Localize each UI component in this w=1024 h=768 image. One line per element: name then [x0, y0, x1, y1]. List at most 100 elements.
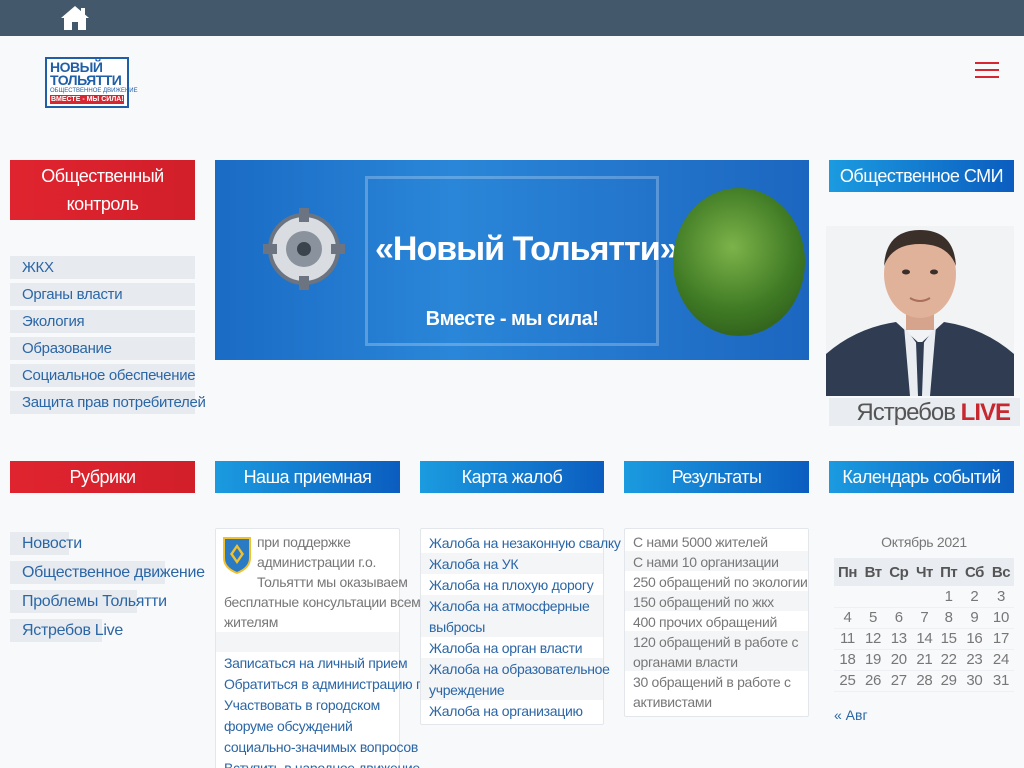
calendar-day: 31	[987, 670, 1014, 692]
results-title: Результаты	[624, 461, 809, 493]
result-authorities-2: органами власти	[633, 654, 738, 670]
menu-item-authorities[interactable]: Органы власти	[10, 283, 195, 306]
complaint-organization[interactable]: Жалоба на организацию	[429, 701, 583, 721]
menu-item-housing[interactable]: ЖКХ	[10, 256, 195, 279]
live-name: Ястребов	[856, 399, 956, 426]
reception-title: Наша приемная	[215, 461, 400, 493]
calendar-day: 21	[912, 649, 937, 671]
result-activists-1: 30 обращений в работе с	[633, 674, 791, 690]
banner-slogan: Вместе - мы сила!	[425, 308, 599, 330]
calendar-day: 28	[912, 670, 937, 692]
calendar-day: 15	[936, 628, 961, 650]
rubric-tolyatti-problems[interactable]: Проблемы Тольятти	[10, 590, 167, 613]
hamburger-menu-icon[interactable]	[975, 62, 999, 82]
logo-line-2: ТОЛЬЯТТИ	[50, 72, 122, 88]
menu-item-social-security[interactable]: Социальное обеспечение	[10, 364, 196, 387]
calendar-day: 20	[885, 649, 913, 671]
result-housing: 150 обращений по жкх	[633, 594, 774, 610]
complaint-education-2[interactable]: учреждение	[429, 680, 505, 700]
weekday-thu: Чт	[912, 558, 937, 586]
calendar-day: 26	[860, 670, 886, 692]
calendar-day: 29	[936, 670, 961, 692]
hero-banner: «Новый Тольятти» Вместе - мы сила!	[215, 160, 809, 360]
logo-line-3: ОБЩЕСТВЕННОЕ ДВИЖЕНИЕ	[50, 88, 138, 94]
calendar-day: 24	[987, 649, 1014, 671]
calendar-day: 5	[860, 607, 886, 629]
menu-item-education[interactable]: Образование	[10, 337, 195, 360]
complaint-emissions-2[interactable]: выбросы	[429, 617, 485, 637]
site-header: НОВЫЙ ТОЛЬЯТТИ ОБЩЕСТВЕННОЕ ДВИЖЕНИЕ ВМЕ…	[0, 36, 1024, 126]
live-label[interactable]: Ястребов LIVE	[829, 398, 1020, 426]
weekday-tue: Вт	[860, 558, 886, 586]
home-icon[interactable]	[60, 4, 90, 32]
calendar-day: 25	[834, 670, 861, 692]
result-activists-2: активистами	[633, 694, 712, 710]
calendar-day: 17	[987, 628, 1014, 650]
calendar-day: 1	[936, 586, 961, 608]
calendar-day: 22	[936, 649, 961, 671]
calendar-day: 10	[987, 607, 1014, 629]
complaint-education-1[interactable]: Жалоба на образовательное	[429, 659, 610, 679]
result-organizations: С нами 10 организации	[633, 554, 779, 570]
link-join-movement[interactable]: Вступить в народное движение	[224, 758, 420, 768]
result-ecology: 250 обращений по экологии	[633, 574, 808, 590]
calendar-caption: Октябрь 2021	[881, 534, 967, 550]
calendar-day: 3	[987, 586, 1014, 608]
rubrics-title: Рубрики	[10, 461, 195, 493]
link-city-forum-3[interactable]: социально-значимых вопросов	[224, 737, 418, 757]
complaint-authority[interactable]: Жалоба на орган власти	[429, 638, 583, 658]
calendar-day: 19	[860, 649, 886, 671]
calendar-day: 14	[912, 628, 937, 650]
calendar-day: 7	[912, 607, 937, 629]
weekday-mon: Пн	[834, 558, 861, 586]
calendar-day: 12	[860, 628, 886, 650]
result-other: 400 прочих обращений	[633, 614, 777, 630]
rubric-public-movement[interactable]: Общественное движение	[10, 561, 205, 584]
events-calendar-title: Календарь событий	[829, 461, 1014, 493]
reception-text-2: администрации г.о.	[257, 554, 377, 570]
live-badge: LIVE	[960, 399, 1011, 426]
reception-text-4: бесплатные консультации всем	[224, 594, 421, 610]
menu-item-consumer-rights[interactable]: Защита прав потребителей	[10, 391, 206, 414]
person-photo[interactable]	[826, 226, 1014, 396]
logo-line-4: ВМЕСТЕ - МЫ СИЛА!	[50, 95, 124, 104]
weekday-sun: Вс	[987, 558, 1014, 586]
menu-item-ecology[interactable]: Экология	[10, 310, 195, 333]
complaint-management-company[interactable]: Жалоба на УК	[429, 554, 519, 574]
gears-illustration	[263, 208, 345, 290]
link-city-forum-2[interactable]: форуме обсуждений	[224, 716, 353, 736]
rubrics-menu: Новости Общественное движение Проблемы Т…	[10, 532, 205, 648]
calendar-prev-month-link[interactable]: « Авг	[834, 707, 868, 723]
reception-divider	[216, 632, 399, 652]
public-control-menu: ЖКХ Органы власти Экология Образование С…	[10, 256, 206, 418]
calendar-day: 16	[960, 628, 988, 650]
complaint-emissions-1[interactable]: Жалоба на атмосферные	[429, 596, 590, 616]
city-emblem-icon	[223, 537, 251, 574]
site-logo[interactable]: НОВЫЙ ТОЛЬЯТТИ ОБЩЕСТВЕННОЕ ДВИЖЕНИЕ ВМЕ…	[45, 57, 138, 108]
calendar-day	[885, 586, 913, 608]
calendar-day: 8	[936, 607, 961, 629]
link-city-forum-1[interactable]: Участвовать в городском	[224, 695, 380, 715]
rubric-news[interactable]: Новости	[10, 532, 82, 555]
calendar-day: 23	[960, 649, 988, 671]
reception-text-5: жителям	[224, 614, 279, 630]
public-media-title: Общественное СМИ	[829, 160, 1014, 192]
link-personal-appointment[interactable]: Записаться на личный прием	[224, 653, 408, 673]
weekday-fri: Пт	[936, 558, 961, 586]
complaint-road[interactable]: Жалоба на плохую дорогу	[429, 575, 594, 595]
weekday-wed: Ср	[885, 558, 913, 586]
calendar-day: 6	[885, 607, 913, 629]
public-control-title: Общественный контроль	[10, 160, 195, 220]
calendar-day: 11	[834, 628, 861, 650]
calendar-day: 4	[834, 607, 861, 629]
calendar-day: 2	[960, 586, 988, 608]
rubric-yastrebov-live[interactable]: Ястребов Live	[10, 619, 123, 642]
complaint-dump[interactable]: Жалоба на незаконную свалку	[429, 533, 621, 553]
complaints-map-title: Карта жалоб	[420, 461, 604, 493]
banner-title: «Новый Тольятти»	[375, 230, 679, 268]
reception-text-3: Тольятти мы оказываем	[257, 574, 408, 590]
weekday-sat: Сб	[960, 558, 988, 586]
plant-illustration	[673, 188, 805, 336]
calendar-day: 27	[885, 670, 913, 692]
calendar-day: 13	[885, 628, 913, 650]
